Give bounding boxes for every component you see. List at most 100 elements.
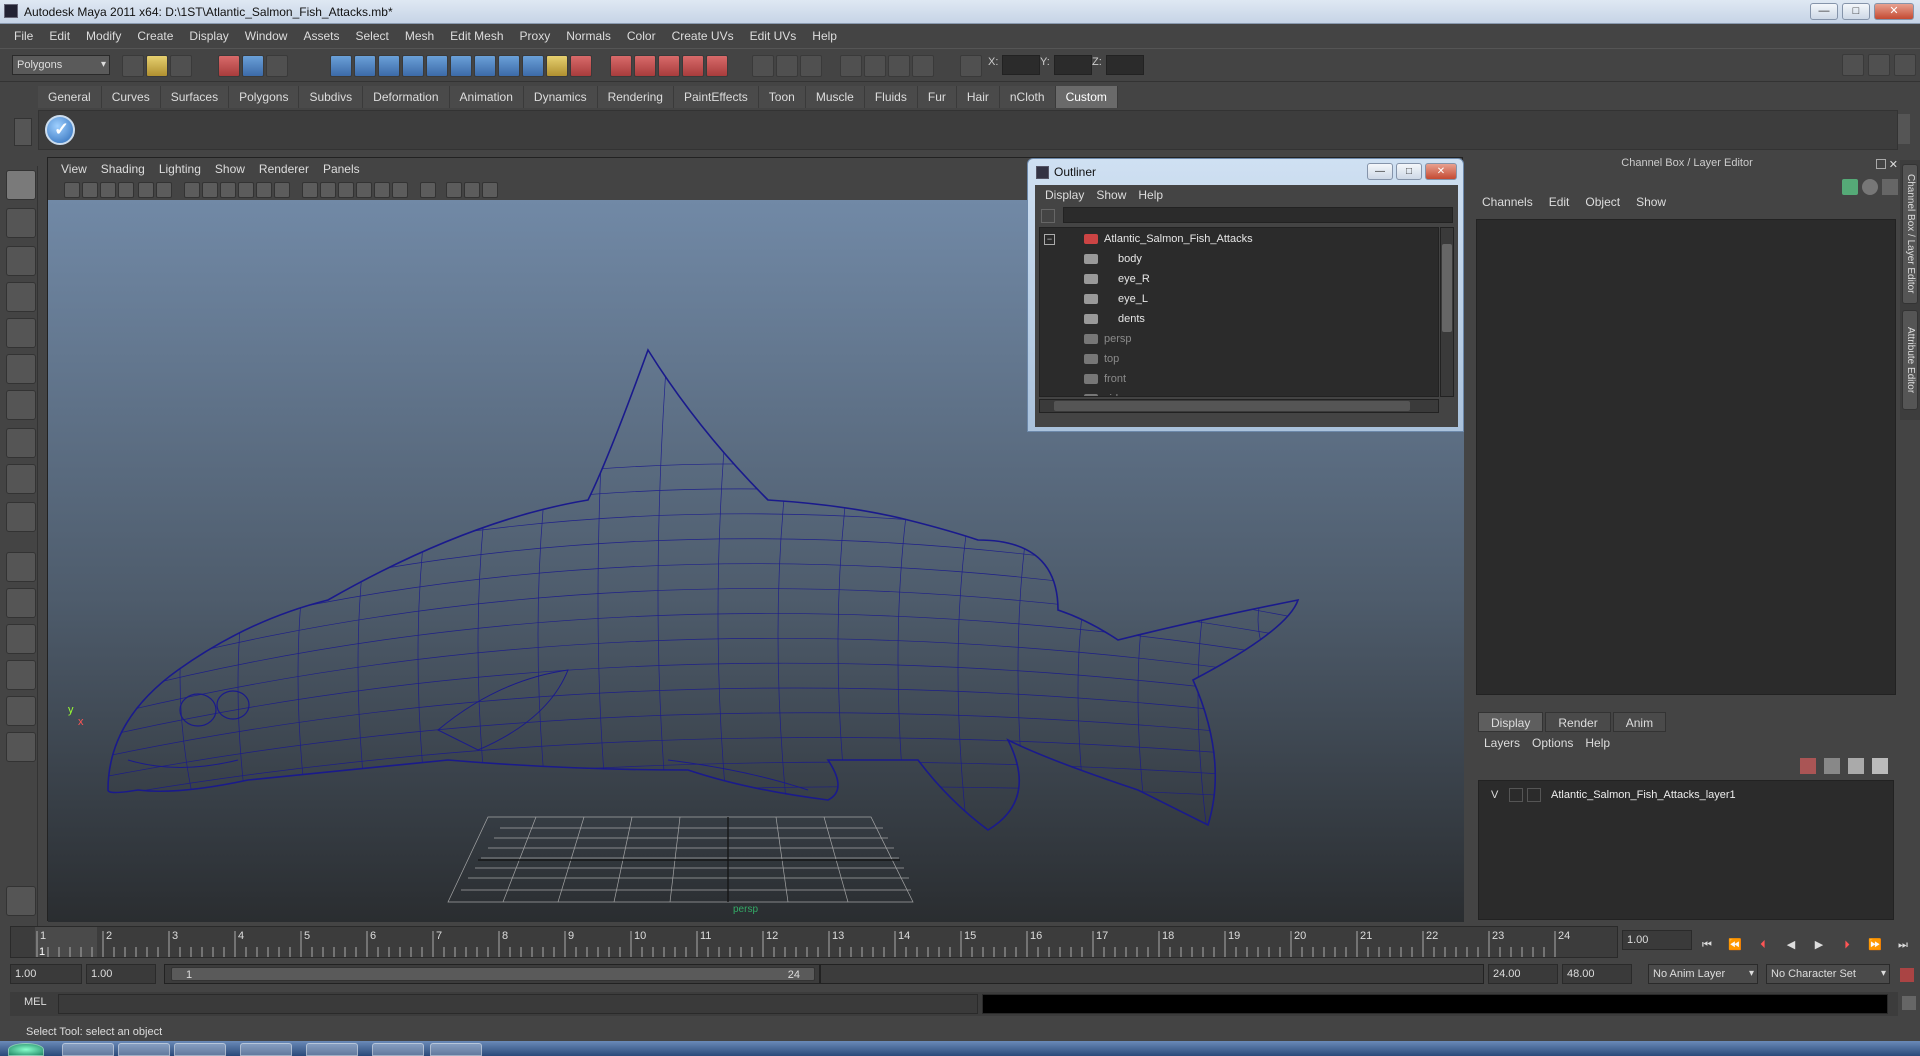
y-field[interactable] [1054, 55, 1092, 75]
maya-taskbar-icon[interactable] [118, 1043, 170, 1056]
four-view-layout-icon[interactable] [6, 588, 36, 618]
layer-visibility-toggle[interactable]: V [1491, 785, 1498, 805]
current-time-field[interactable]: 1.00 [1622, 930, 1692, 950]
side-tab-attribute-editor[interactable]: Attribute Editor [1902, 310, 1918, 410]
channel-box-icon[interactable] [1842, 179, 1858, 195]
custom-check-icon[interactable] [45, 115, 75, 145]
channel-menu-object[interactable]: Object [1577, 195, 1628, 213]
animation-start-field[interactable]: 1.00 [10, 964, 82, 984]
image-plane-icon[interactable] [118, 182, 134, 198]
shelf-tab-surfaces[interactable]: Surfaces [160, 86, 230, 108]
step-back-key-icon[interactable]: ⏴ [1752, 937, 1774, 953]
shelf-scroll-icon[interactable] [1898, 114, 1910, 144]
mask-misc-icon[interactable] [498, 55, 520, 77]
quick-layout-icon[interactable] [6, 886, 36, 916]
shelf-tab-deformation[interactable]: Deformation [363, 86, 450, 108]
tree-item-group[interactable]: Atlantic_Salmon_Fish_Attacks [1084, 230, 1253, 248]
camera-attributes-icon[interactable] [82, 182, 98, 198]
shelf-tab-dynamics[interactable]: Dynamics [523, 86, 598, 108]
side-tab-channel-box[interactable]: Channel Box / Layer Editor [1902, 164, 1918, 304]
range-slider-bar[interactable]: 1 24 [171, 967, 815, 981]
viewport-menu-shading[interactable]: Shading [94, 162, 152, 176]
toggle-channel-box-icon[interactable] [1894, 54, 1916, 76]
outliner-minimize-icon[interactable]: — [1367, 163, 1393, 180]
use-all-lights-icon[interactable] [256, 182, 272, 198]
move-tool-icon[interactable] [6, 282, 36, 312]
tree-item-dents[interactable]: dents [1084, 310, 1145, 328]
paint-select-tool-icon[interactable] [6, 246, 36, 276]
make-live-icon[interactable] [706, 55, 728, 77]
shelf-tab-hair[interactable]: Hair [956, 86, 1000, 108]
tree-item-top[interactable]: top [1084, 350, 1119, 368]
snap-curve-icon[interactable] [634, 55, 656, 77]
mask-joints-icon[interactable] [354, 55, 376, 77]
wireframe-icon[interactable] [184, 182, 200, 198]
tree-item-eye-r[interactable]: eye_R [1084, 270, 1150, 288]
outliner-vscroll-thumb[interactable] [1442, 244, 1452, 332]
maximize-icon[interactable]: □ [1842, 3, 1870, 20]
persp-graph-hypergraph-layout-icon[interactable] [6, 732, 36, 762]
menu-assets[interactable]: Assets [295, 29, 347, 43]
channel-box-area[interactable] [1476, 219, 1896, 695]
viewport-menu-lighting[interactable]: Lighting [152, 162, 208, 176]
outliner-menu-show[interactable]: Show [1090, 188, 1132, 202]
step-back-frame-icon[interactable]: ⏪ [1724, 937, 1746, 953]
animation-end-field[interactable]: 48.00 [1562, 964, 1632, 984]
photoshop-taskbar-icon[interactable] [306, 1043, 358, 1056]
resolution-gate-icon[interactable] [420, 182, 436, 198]
layer-tab-anim[interactable]: Anim [1612, 712, 1667, 732]
persp-graph-layout-icon[interactable] [6, 660, 36, 690]
menu-window[interactable]: Window [237, 29, 296, 43]
layer-move-up-icon[interactable] [1800, 758, 1816, 774]
menu-edit-uvs[interactable]: Edit UVs [742, 29, 805, 43]
render-view-icon[interactable] [800, 55, 822, 77]
anim-layer-selector[interactable]: No Anim Layer [1648, 964, 1758, 984]
rotate-tool-icon[interactable] [6, 318, 36, 348]
universal-manipulator-icon[interactable] [6, 390, 36, 420]
viewport-menu-show[interactable]: Show [208, 162, 252, 176]
scale-tool-icon[interactable] [6, 354, 36, 384]
layer-name[interactable]: Atlantic_Salmon_Fish_Attacks_layer1 [1551, 785, 1736, 805]
hypershade-icon[interactable] [912, 55, 934, 77]
layer-tab-render[interactable]: Render [1545, 712, 1611, 732]
x-field[interactable] [1002, 55, 1040, 75]
highlight-selection-icon[interactable] [570, 55, 592, 77]
menu-set-selector[interactable]: Polygons [12, 55, 110, 75]
select-by-component-icon[interactable] [266, 55, 288, 77]
menu-edit-mesh[interactable]: Edit Mesh [442, 29, 511, 43]
select-by-object-type-icon[interactable] [242, 55, 264, 77]
outliner-vertical-scrollbar[interactable] [1440, 227, 1454, 397]
shelf-tab-fur[interactable]: Fur [917, 86, 957, 108]
toggle-tool-settings-icon[interactable] [1868, 54, 1890, 76]
new-empty-layer-icon[interactable] [1848, 758, 1864, 774]
shelf-tab-ncloth[interactable]: nCloth [999, 86, 1056, 108]
hypershade-persp-layout-icon[interactable] [6, 696, 36, 726]
smooth-shade-icon[interactable] [202, 182, 218, 198]
shelf-tab-painteffects[interactable]: PaintEffects [673, 86, 759, 108]
snap-point-icon[interactable] [658, 55, 680, 77]
attribute-display-icon[interactable] [1862, 179, 1878, 195]
playback-start-field[interactable]: 1.00 [86, 964, 156, 984]
mask-curves-icon[interactable] [378, 55, 400, 77]
viewport-menu-panels[interactable]: Panels [316, 162, 367, 176]
playback-end-field[interactable]: 24.00 [1488, 964, 1558, 984]
field-chart-icon[interactable] [464, 182, 480, 198]
menu-normals[interactable]: Normals [558, 29, 619, 43]
go-to-end-icon[interactable]: ⏭ [1892, 937, 1914, 953]
render-current-frame-icon[interactable] [840, 55, 862, 77]
play-forwards-icon[interactable]: ▶ [1808, 937, 1830, 953]
high-quality-icon[interactable] [356, 182, 372, 198]
command-input[interactable] [58, 994, 978, 1014]
shelf-tab-toon[interactable]: Toon [758, 86, 806, 108]
snap-view-plane-icon[interactable] [682, 55, 704, 77]
snap-grid-icon[interactable] [610, 55, 632, 77]
start-button-icon[interactable] [8, 1043, 44, 1056]
tree-item-side[interactable]: side [1084, 390, 1124, 396]
mask-deformations-icon[interactable] [426, 55, 448, 77]
time-slider[interactable]: 1 1 2 3 4 5 6 7 8 9 10 11 12 13 14 15 16 17 18 19 20 21 22 23 24 [10, 926, 1618, 958]
float-panel-icon[interactable] [1876, 159, 1886, 169]
chrome-taskbar-icon[interactable] [62, 1043, 114, 1056]
select-camera-icon[interactable] [64, 182, 80, 198]
layer-move-down-icon[interactable] [1824, 758, 1840, 774]
layer-menu-layers[interactable]: Layers [1478, 736, 1526, 754]
